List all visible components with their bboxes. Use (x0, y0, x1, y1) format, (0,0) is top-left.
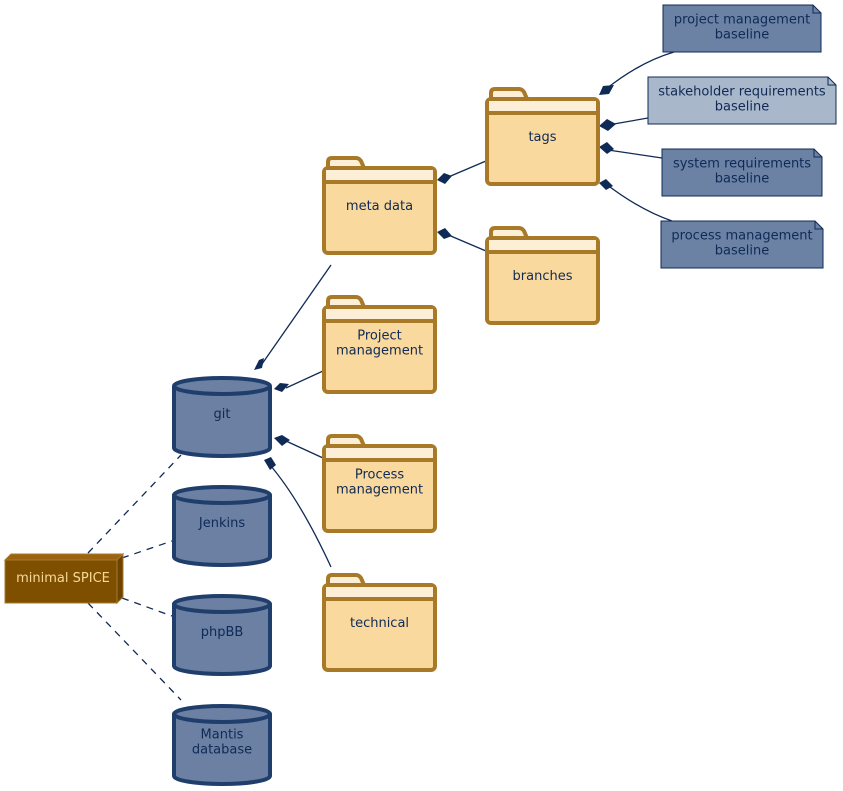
cylinder-top (172, 594, 272, 614)
edge-git-project (285, 370, 324, 389)
folder-tags[interactable]: tags (485, 87, 600, 186)
note-process-management-baseline[interactable]: process managementbaseline (660, 220, 824, 269)
diagram-canvas: minimal SPICE git Jenkins phpBB Mantisdatab… (3, 4, 837, 786)
label-line: system requirements (673, 157, 811, 172)
cylinder-top (172, 376, 272, 396)
label-line: technical (350, 616, 409, 631)
note-stakeholder-requirements-baseline[interactable]: stakeholder requirementsbaseline (647, 76, 837, 125)
label-line: baseline (715, 172, 769, 187)
databases: git Jenkins phpBB Mantisdatabase (172, 376, 272, 786)
label-line: process management (671, 229, 812, 244)
folder-branches[interactable]: branches (485, 226, 600, 325)
edge-node-phpbb (121, 597, 173, 617)
label-line: git (214, 407, 231, 422)
diamond-icon (437, 173, 452, 184)
label-line: baseline (715, 28, 769, 43)
database-jenkins[interactable]: Jenkins (172, 485, 272, 567)
note-project-management-baseline[interactable]: project managementbaseline (662, 4, 822, 53)
label-line: phpBB (201, 625, 244, 640)
edge-tags-system-baseline (607, 149, 663, 159)
label-line: meta data (346, 199, 413, 214)
label-line: tags (528, 130, 556, 145)
edge-git-process (285, 440, 324, 459)
diamond-icon (599, 142, 614, 154)
diamond-icon (599, 119, 616, 131)
label-line: baseline (715, 100, 769, 115)
edge-git-metadata (261, 264, 332, 365)
note-system-requirements-baseline[interactable]: system requirementsbaseline (661, 148, 823, 197)
diamond-icon (599, 85, 614, 95)
label-line: stakeholder requirements (658, 85, 826, 100)
label-line: management (336, 483, 423, 498)
label-line: management (336, 344, 423, 359)
edge-metadata-tags (445, 160, 487, 179)
database-phpbb[interactable]: phpBB (172, 594, 272, 676)
label-line: Mantis (201, 728, 244, 743)
folder-technical[interactable]: technical (322, 573, 437, 672)
diamond-icon (254, 358, 264, 370)
edge-node-git (87, 454, 182, 554)
folder-project-management[interactable]: Projectmanagement (322, 295, 437, 394)
notes: project managementbaselinestakeholder re… (647, 4, 837, 269)
edge-node-mantis (87, 602, 182, 701)
label-line: branches (513, 269, 573, 284)
database-git[interactable]: git (172, 376, 272, 458)
database-mantis[interactable]: Mantisdatabase (172, 704, 272, 786)
label-line: Jenkins (198, 516, 245, 531)
label-line: baseline (715, 244, 769, 259)
label-line: database (192, 743, 252, 758)
folder-process-management[interactable]: Processmanagement (322, 434, 437, 533)
label-line: Project (357, 329, 401, 344)
diamond-icon (264, 457, 276, 470)
edge-git-technical (269, 464, 332, 568)
folder-meta-data[interactable]: meta data (322, 156, 437, 255)
label-line: project management (674, 13, 810, 28)
cylinder-top (172, 485, 272, 505)
edge-metadata-branches (445, 233, 487, 252)
node-label: minimal SPICE (16, 571, 110, 586)
diamond-icon (274, 435, 290, 446)
edge-node-jenkins (121, 540, 173, 559)
cylinder-top (172, 704, 272, 724)
node-minimal-spice[interactable]: minimal SPICE (3, 552, 125, 605)
label-line: Process (355, 468, 405, 483)
diamond-icon (437, 228, 452, 239)
folders: meta dataProjectmanagementProcessmanagem… (322, 87, 600, 672)
